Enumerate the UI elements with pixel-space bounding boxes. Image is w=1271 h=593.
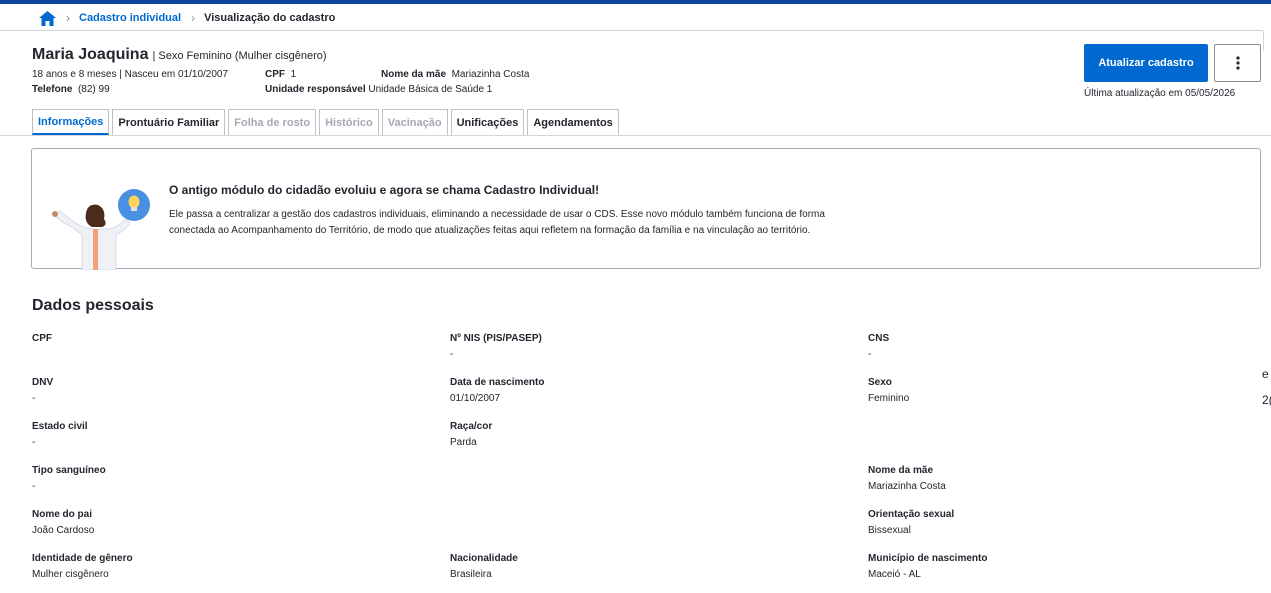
breadcrumb-current: Visualização do cadastro	[204, 12, 336, 24]
last-update-text: Última atualização em 05/05/2026	[1084, 88, 1236, 99]
field-cpf: CPF	[32, 333, 412, 349]
field-label: Nº NIS (PIS/PASEP)	[450, 333, 542, 344]
tab-informacoes[interactable]: Informações	[32, 109, 110, 135]
mother-value: Mariazinha Costa	[451, 69, 530, 80]
field-label: Data de nascimento	[450, 377, 545, 388]
field-value: João Cardoso	[32, 525, 95, 536]
field-sex: Sexo Feminino	[868, 377, 1248, 405]
section-title-personal-data: Dados pessoais	[32, 297, 154, 314]
patient-header: Maria Joaquina | Sexo Feminino (Mulher c…	[32, 46, 327, 64]
tab-folha-de-rosto: Folha de rosto	[228, 109, 317, 135]
tab-unificacoes[interactable]: Unificações	[450, 109, 525, 135]
field-value: Brasileira	[450, 569, 492, 580]
tab-vacinacao: Vacinação	[381, 109, 448, 135]
field-value: Bissexual	[868, 525, 911, 536]
field-value: -	[32, 393, 36, 404]
field-birth-date: Data de nascimento 01/10/2007	[450, 377, 830, 405]
field-label: Nome da mãe	[868, 465, 934, 476]
patient-cpf: CPF 1	[265, 69, 296, 80]
breadcrumb: › Cadastro individual › Visualização do …	[38, 8, 335, 28]
field-value: Maceió - AL	[868, 569, 921, 580]
tab-agendamentos[interactable]: Agendamentos	[527, 109, 619, 135]
cpf-label: CPF	[265, 69, 285, 80]
breadcrumb-link-cadastro[interactable]: Cadastro individual	[79, 12, 181, 24]
home-icon[interactable]	[38, 9, 56, 27]
phone-value: (82) 99	[77, 84, 110, 95]
field-sexual-orientation: Orientação sexual Bissexual	[868, 509, 1248, 537]
field-value: -	[450, 349, 454, 360]
field-value: -	[32, 481, 36, 492]
banner-text: Ele passa a centralizar a gestão dos cad…	[169, 209, 825, 236]
chevron-right-icon: ›	[191, 11, 196, 25]
patient-mother: Nome da mãe Mariazinha Costa	[381, 69, 529, 80]
patient-sex: | Sexo Feminino (Mulher cisgênero)	[152, 50, 327, 62]
field-race: Raça/cor Parda	[450, 421, 830, 449]
field-label: DNV	[32, 377, 54, 388]
mother-label: Nome da mãe	[381, 69, 447, 80]
cpf-value: 1	[290, 69, 297, 80]
field-marital-status: Estado civil -	[32, 421, 412, 449]
field-label: Raça/cor	[450, 421, 493, 432]
clipped-glyph: 2(	[1262, 393, 1271, 407]
more-vertical-icon	[1235, 56, 1240, 70]
doctor-illustration-icon	[52, 189, 150, 270]
tab-prontuario-familiar[interactable]: Prontuário Familiar	[112, 109, 226, 135]
field-label: CPF	[32, 333, 52, 344]
field-label: Tipo sanguíneo	[32, 465, 106, 476]
unit-value: Unidade Básica de Saúde 1	[368, 84, 493, 95]
unit-label: Unidade responsável	[265, 84, 366, 95]
banner-title: O antigo módulo do cidadão evoluiu e ago…	[169, 183, 600, 197]
patient-phone: Telefone (82) 99	[32, 84, 110, 95]
field-value: 01/10/2007	[450, 393, 501, 404]
tab-bar: Informações Prontuário Familiar Folha de…	[32, 109, 622, 135]
update-registration-button[interactable]: Atualizar cadastro	[1084, 44, 1208, 82]
chevron-right-icon: ›	[66, 11, 70, 25]
field-nis: Nº NIS (PIS/PASEP) -	[450, 333, 830, 361]
field-dnv: DNV -	[32, 377, 412, 405]
field-cns: CNS -	[868, 333, 1248, 361]
field-label: Nacionalidade	[450, 553, 518, 564]
tab-historico: Histórico	[319, 109, 379, 135]
field-father-name: Nome do pai João Cardoso	[32, 509, 412, 537]
field-label: Sexo	[868, 377, 892, 388]
field-birth-city: Município de nascimento Maceió - AL	[868, 553, 1248, 581]
field-label: Estado civil	[32, 421, 88, 432]
tabs-divider	[0, 135, 1271, 136]
info-banner: O antigo módulo do cidadão evoluiu e ago…	[31, 148, 1261, 270]
field-label: CNS	[868, 333, 890, 344]
field-value: Mariazinha Costa	[868, 481, 946, 492]
clipped-glyph: e	[1262, 367, 1269, 381]
phone-label: Telefone	[32, 84, 73, 95]
field-label: Nome do pai	[32, 509, 93, 520]
field-blood-type: Tipo sanguíneo -	[32, 465, 412, 493]
top-accent-bar	[0, 0, 1271, 4]
header-divider	[0, 30, 1263, 31]
patient-name: Maria Joaquina	[32, 46, 149, 63]
field-value: Mulher cisgênero	[32, 569, 109, 580]
field-value: Parda	[450, 437, 477, 448]
patient-age-birth: 18 anos e 8 meses | Nasceu em 01/10/2007	[32, 69, 229, 80]
field-value: -	[868, 349, 872, 360]
field-label: Identidade de gênero	[32, 553, 133, 564]
field-label: Município de nascimento	[868, 553, 988, 564]
field-mother-name: Nome da mãe Mariazinha Costa	[868, 465, 1248, 493]
field-value: Feminino	[868, 393, 910, 404]
patient-unit: Unidade responsável Unidade Básica de Sa…	[265, 84, 492, 95]
field-nationality: Nacionalidade Brasileira	[450, 553, 830, 581]
more-options-button[interactable]	[1214, 44, 1261, 82]
field-label: Orientação sexual	[868, 509, 955, 520]
field-value: -	[32, 437, 36, 448]
right-divider	[1263, 31, 1264, 51]
field-gender-identity: Identidade de gênero Mulher cisgênero	[32, 553, 412, 581]
